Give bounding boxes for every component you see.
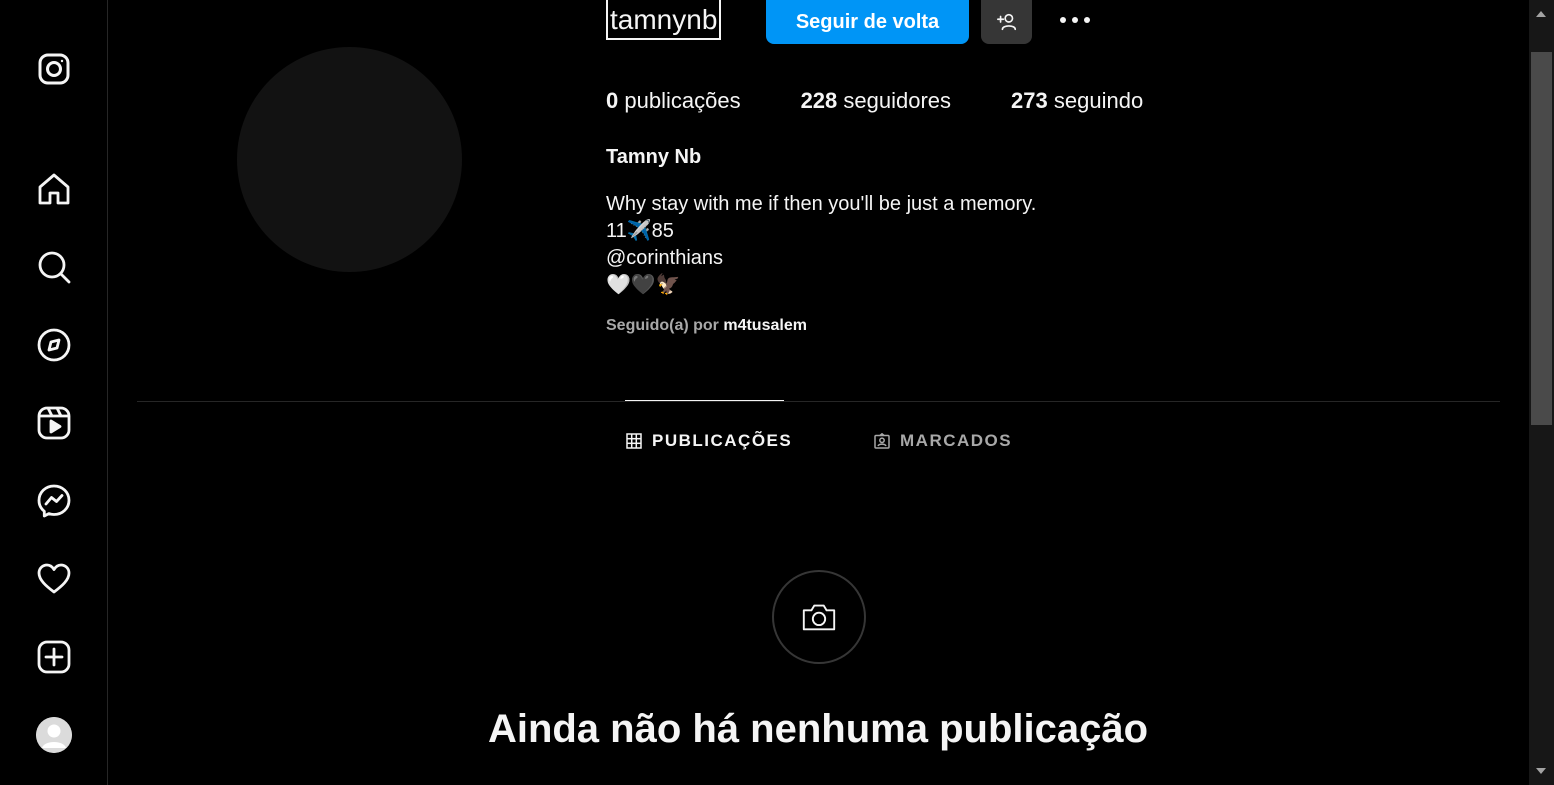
profile-avatar[interactable] — [36, 717, 72, 753]
profile-picture[interactable] — [237, 47, 462, 272]
followers-label: seguidores — [843, 88, 952, 113]
tagged-icon — [874, 433, 890, 449]
posts-stat: 0 publicações — [606, 88, 741, 114]
scrollbar-thumb[interactable] — [1531, 52, 1552, 425]
active-tab-indicator — [625, 400, 784, 401]
bio-line: 11✈️85 — [606, 220, 674, 242]
bio-line: 🤍🖤🦅 — [606, 274, 681, 296]
scroll-up-arrow[interactable] — [1536, 11, 1546, 17]
search-icon[interactable] — [36, 249, 72, 285]
follow-back-button[interactable]: Seguir de volta — [766, 0, 969, 44]
profile-stats: 0 publicações 228 seguidores 273 seguind… — [606, 88, 1203, 114]
instagram-logo-icon[interactable] — [36, 51, 72, 87]
heart-icon[interactable] — [36, 561, 72, 597]
empty-state-title: Ainda não há nenhuma publicação — [487, 707, 1149, 751]
more-icon — [1060, 17, 1090, 23]
sidebar-nav — [0, 0, 108, 785]
scroll-down-arrow[interactable] — [1536, 768, 1546, 774]
following-count: 273 — [1011, 88, 1048, 113]
empty-state-camera — [772, 570, 866, 664]
bio: Why stay with me if then you'll be just … — [606, 191, 1036, 299]
full-name: Tamny Nb — [606, 146, 702, 168]
grid-icon — [626, 433, 642, 449]
reels-icon[interactable] — [36, 405, 72, 441]
bio-line: Why stay with me if then you'll be just … — [606, 193, 1037, 215]
home-icon[interactable] — [36, 171, 72, 207]
bio-mention-link[interactable]: @corinthians — [606, 245, 1036, 272]
posts-count: 0 — [606, 88, 619, 113]
posts-label: publicações — [624, 88, 741, 113]
explore-icon[interactable] — [36, 327, 72, 363]
following-label: seguindo — [1053, 88, 1144, 113]
suggested-users-button[interactable] — [981, 0, 1032, 44]
tab-posts[interactable]: PUBLICAÇÕES — [626, 430, 792, 452]
following-stat[interactable]: 273 seguindo — [1011, 88, 1143, 114]
followed-by-prefix: Seguido(a) por — [606, 317, 719, 334]
tab-posts-label: PUBLICAÇÕES — [652, 431, 793, 450]
username: tamnynb — [606, 0, 722, 40]
tab-tagged-label: MARCADOS — [900, 431, 1013, 450]
followers-stat[interactable]: 228 seguidores — [801, 88, 951, 114]
followed-by[interactable]: Seguido(a) por m4tusalem — [606, 317, 807, 335]
tab-tagged[interactable]: MARCADOS — [874, 430, 1012, 452]
more-options-button[interactable] — [1055, 4, 1095, 36]
followed-by-user: m4tusalem — [723, 317, 807, 334]
add-user-icon — [996, 13, 1016, 31]
camera-icon — [802, 604, 836, 631]
tabs-divider — [137, 401, 1500, 402]
followers-count: 228 — [800, 88, 838, 113]
profile-main: tamnynb Seguir de volta 0 publicações 22… — [109, 0, 1529, 785]
messenger-icon[interactable] — [36, 483, 72, 519]
create-icon[interactable] — [36, 639, 72, 675]
